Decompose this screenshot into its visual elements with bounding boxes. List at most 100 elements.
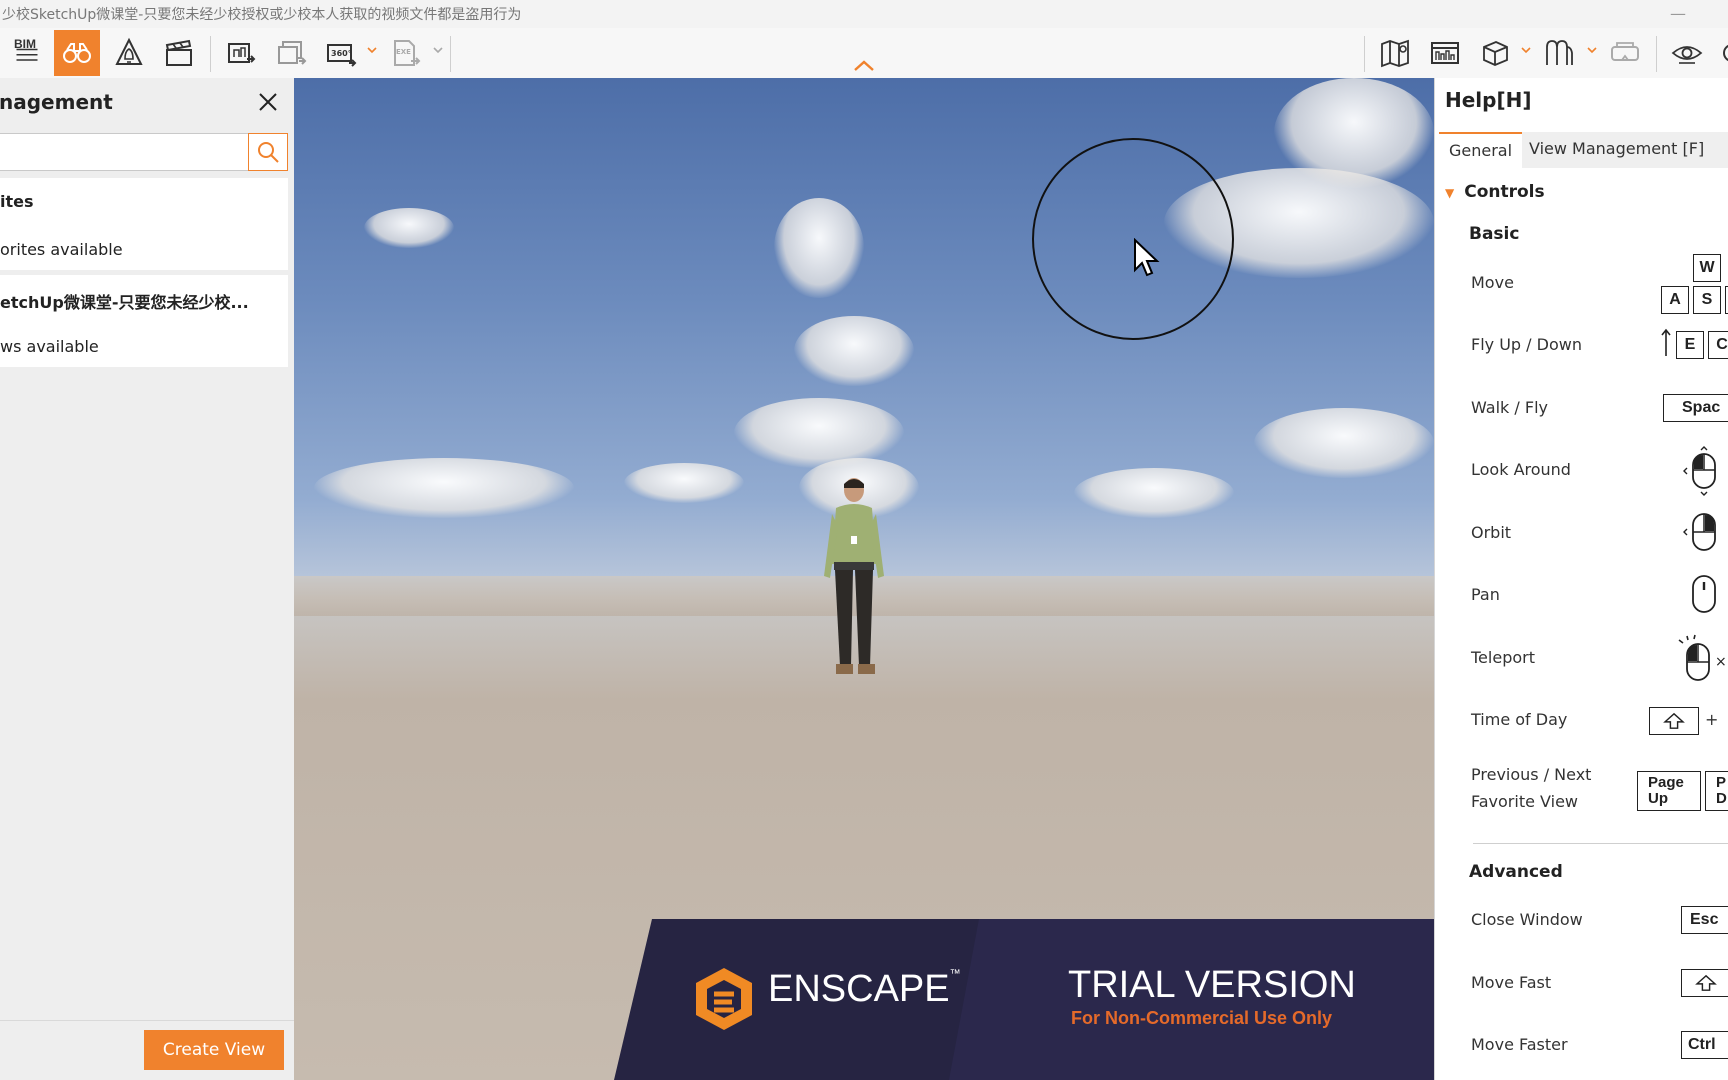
advanced-heading: Advanced — [1469, 862, 1563, 882]
panel-header: nagement — [0, 78, 294, 128]
create-view-button[interactable]: Create View — [144, 1030, 284, 1070]
chevron-down-icon[interactable] — [1586, 44, 1598, 56]
key-c: C — [1708, 331, 1728, 359]
render-viewport[interactable]: ENSCAPE™ TRIAL VERSION For Non-Commercia… — [294, 78, 1434, 1080]
favorites-section: ites orites available — [0, 178, 288, 270]
cloud — [314, 458, 574, 518]
arrow-up-icon — [1661, 328, 1671, 356]
enscape-logo — [696, 968, 752, 1030]
control-label-time-of-day: Time of Day — [1471, 710, 1568, 729]
key-page-down-line2: D — [1716, 790, 1727, 807]
panel-footer-divider — [0, 1020, 294, 1021]
basic-heading: Basic — [1469, 224, 1520, 244]
view-management-panel: nagement ites orites available etchUp微课堂… — [0, 78, 295, 1080]
section-divider — [1473, 843, 1728, 844]
model-views-title: etchUp微课堂-只要您未经少校... — [0, 293, 249, 312]
key-shift — [1649, 707, 1699, 735]
control-label-move-faster: Move Faster — [1471, 1035, 1568, 1054]
enscape-brand-text: ENSCAPE™ — [768, 968, 961, 1011]
control-label-prev-next-1: Previous / Next — [1471, 765, 1592, 784]
control-label-walk-fly: Walk / Fly — [1471, 398, 1548, 417]
key-w: W — [1693, 254, 1721, 282]
trial-version-subtitle: For Non-Commercial Use Only — [1071, 1008, 1333, 1028]
chevron-down-icon[interactable] — [1520, 44, 1532, 56]
help-title: Help[H] — [1445, 88, 1532, 112]
control-label-close-window: Close Window — [1471, 910, 1583, 929]
mouse-pan-icon — [1692, 575, 1716, 613]
screenshot-button[interactable] — [218, 30, 264, 76]
person-figure — [824, 478, 884, 674]
control-label-look-around: Look Around — [1471, 460, 1571, 479]
help-tabs: General View Management [F] — [1439, 132, 1728, 168]
control-label-fly: Fly Up / Down — [1471, 335, 1582, 354]
svg-text:×: × — [1715, 654, 1727, 670]
key-page-down-line1: P — [1716, 774, 1727, 791]
cube-button[interactable] — [1472, 30, 1518, 76]
key-s: S — [1693, 286, 1721, 314]
key-e: E — [1676, 331, 1704, 359]
brand-name: ENSCAPE — [768, 968, 950, 1010]
screenshot-icon — [228, 43, 256, 63]
batch-render-icon — [278, 41, 307, 65]
asset-library-button[interactable] — [1422, 30, 1468, 76]
toolbar-separator — [450, 36, 451, 72]
cloud — [624, 463, 744, 503]
tab-general[interactable]: General — [1439, 132, 1523, 168]
map-icon — [1381, 39, 1409, 68]
key-shift-fast — [1681, 969, 1728, 997]
panorama-button[interactable]: 360° — [318, 30, 364, 76]
atmosphere-button[interactable] — [106, 30, 152, 76]
cloud — [364, 208, 454, 248]
chevron-down-icon[interactable] — [432, 44, 444, 56]
model-views-section: etchUp微课堂-只要您未经少校... ws available — [0, 275, 288, 367]
control-label-pan: Pan — [1471, 585, 1500, 604]
mouse-orbit-icon — [1683, 513, 1716, 551]
vr-button[interactable] — [1602, 30, 1648, 76]
hamburger-icon — [16, 48, 38, 61]
gear-icon — [1723, 44, 1728, 62]
key-ctrl: Ctrl — [1681, 1031, 1728, 1059]
key-esc: Esc — [1681, 906, 1728, 934]
views-button[interactable] — [54, 30, 100, 76]
batch-render-button[interactable] — [268, 30, 314, 76]
control-label-teleport: Teleport — [1471, 648, 1535, 667]
chevron-down-icon[interactable] — [366, 44, 378, 56]
control-label-prev-next-2: Favorite View — [1471, 792, 1578, 811]
tab-view-management[interactable]: View Management [F] — [1519, 132, 1714, 166]
shift-arrow-icon — [1695, 974, 1717, 991]
vr-headset-icon — [1611, 42, 1639, 61]
close-icon[interactable] — [256, 90, 280, 114]
shift-arrow-icon — [1663, 712, 1685, 729]
eye-button[interactable] — [1664, 30, 1710, 76]
video-button[interactable] — [156, 30, 202, 76]
svg-text:360°: 360° — [331, 49, 352, 58]
material-button[interactable] — [1536, 30, 1582, 76]
cloud — [734, 398, 904, 468]
control-label-orbit: Orbit — [1471, 523, 1512, 542]
control-label-move: Move — [1471, 273, 1514, 292]
cloud — [774, 198, 864, 298]
bim-menu-button[interactable]: BIM — [4, 30, 50, 76]
key-page-up: Page Up — [1637, 771, 1701, 811]
map-button[interactable] — [1372, 30, 1418, 76]
controls-section-header[interactable]: ▼ Controls — [1445, 182, 1545, 202]
search-icon — [258, 142, 279, 163]
search-button[interactable] — [248, 133, 288, 171]
mouse-teleport-icon: × — [1678, 634, 1727, 681]
toolbar-separator — [210, 36, 211, 72]
chevron-up-icon[interactable] — [852, 58, 876, 74]
help-panel: Help[H] General View Management [F] ▼ Con… — [1434, 78, 1728, 1080]
cloud — [1274, 78, 1434, 188]
views-empty-text: ws available — [0, 337, 99, 356]
key-page-up-line1: Page — [1648, 774, 1684, 791]
settings-button[interactable] — [1712, 30, 1728, 76]
controls-title: Controls — [1464, 182, 1545, 202]
trial-version-title: TRIAL VERSION — [1068, 964, 1356, 1006]
key-page-up-line2: Up — [1648, 790, 1668, 807]
toolbar-separator — [1364, 36, 1365, 72]
mouse-left-drag-icon — [1683, 446, 1716, 496]
mouse-pointer-icon — [1134, 238, 1160, 277]
export-exe-button[interactable]: EXE — [382, 30, 428, 76]
search-input[interactable] — [0, 133, 249, 171]
minimize-button[interactable]: — — [1670, 4, 1686, 23]
